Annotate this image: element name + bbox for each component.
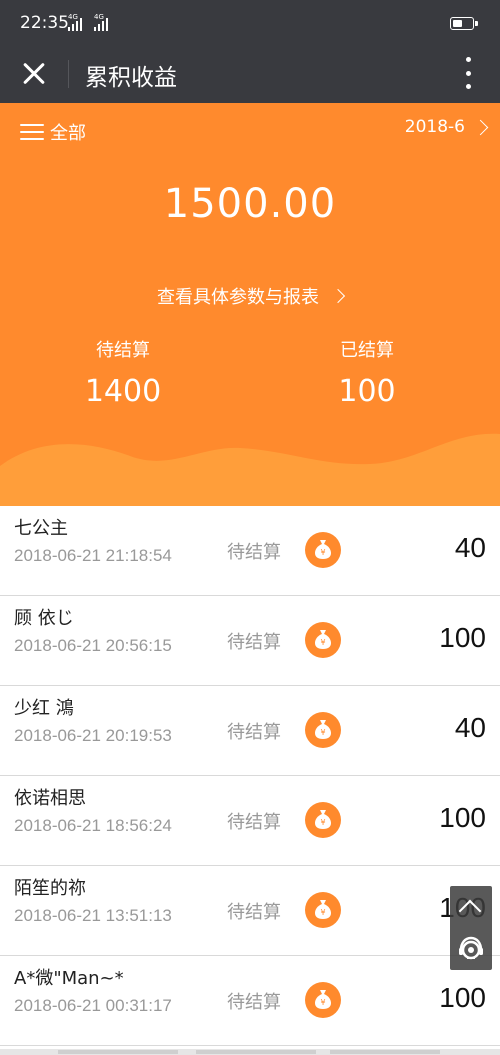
record-time: 2018-06-21 18:56:24	[14, 816, 172, 835]
close-icon[interactable]	[18, 57, 50, 89]
list-item[interactable]: A*微"Man~* 2018-06-21 00:31:17 待结算 ¥ 100	[0, 956, 500, 1046]
record-amount: 100	[439, 622, 486, 653]
record-name: 顾 依じ	[14, 608, 74, 629]
record-name: 依诺相思	[14, 788, 86, 809]
svg-text:¥: ¥	[320, 548, 325, 557]
pending-value: 1400	[84, 374, 162, 409]
list-item[interactable]: 顾 依じ 2018-06-21 20:56:15 待结算 ¥ 100	[0, 596, 500, 686]
pending-label: 待结算	[96, 340, 150, 361]
settled-value: 100	[338, 374, 396, 409]
record-time: 2018-06-21 20:19:53	[14, 726, 172, 745]
title-divider	[68, 60, 69, 88]
battery-level	[453, 20, 463, 27]
svg-text:¥: ¥	[320, 638, 325, 647]
record-status: 待结算	[227, 632, 281, 653]
menu-icon	[20, 124, 44, 140]
month-selector[interactable]: 2018-6	[404, 117, 489, 137]
customer-service-button[interactable]	[450, 928, 492, 970]
filter-menu-button[interactable]: 全部	[20, 121, 86, 144]
settled-stat: 已结算 100	[287, 336, 447, 409]
pending-stat: 待结算 1400	[43, 336, 203, 409]
title-bar: 累积收益	[0, 45, 500, 103]
wave-decoration	[0, 433, 500, 506]
money-bag-icon: ¥	[305, 712, 341, 748]
svg-text:¥: ¥	[320, 818, 325, 827]
more-vertical-icon[interactable]	[464, 57, 472, 89]
record-time: 2018-06-21 13:51:13	[14, 906, 172, 925]
list-item[interactable]: 七公主 2018-06-21 21:18:54 待结算 ¥ 40	[0, 506, 500, 596]
money-bag-icon: ¥	[305, 532, 341, 568]
list-item[interactable]: 少红 鴻 2018-06-21 20:19:53 待结算 ¥ 40	[0, 686, 500, 776]
record-status: 待结算	[227, 722, 281, 743]
status-time: 22:35	[20, 13, 69, 33]
chevron-up-icon	[458, 899, 482, 923]
record-amount: 40	[454, 712, 486, 743]
record-time: 2018-06-21 21:18:54	[14, 546, 172, 565]
money-bag-icon: ¥	[305, 802, 341, 838]
battery-icon	[450, 17, 478, 30]
record-name: A*微"Man~*	[14, 968, 124, 989]
signal-icon-2: 4G	[94, 13, 108, 31]
record-status: 待结算	[227, 812, 281, 833]
earnings-summary: 全部 2018-6 1500.00 查看具体参数与报表 待结算 1400 已结算…	[0, 103, 500, 506]
settled-label: 已结算	[340, 340, 394, 361]
report-link[interactable]: 查看具体参数与报表	[0, 283, 500, 309]
record-name: 陌笙的祢	[14, 878, 86, 899]
record-status: 待结算	[227, 992, 281, 1013]
list-item[interactable]: 陌笙的祢 2018-06-21 13:51:13 待结算 ¥ 100	[0, 866, 500, 956]
svg-text:¥: ¥	[320, 728, 325, 737]
status-bar: 22:35 4G 4G	[0, 0, 500, 45]
record-amount: 100	[439, 982, 486, 1013]
back-to-top-button[interactable]	[450, 886, 492, 928]
signal-icon: 4G	[68, 13, 82, 31]
money-bag-icon: ¥	[305, 892, 341, 928]
svg-text:¥: ¥	[320, 998, 325, 1007]
money-bag-icon: ¥	[305, 622, 341, 658]
record-status: 待结算	[227, 542, 281, 563]
record-name: 少红 鴻	[14, 698, 74, 719]
floating-panel	[450, 886, 492, 970]
list-item[interactable]: 依诺相思 2018-06-21 18:56:24 待结算 ¥ 100	[0, 776, 500, 866]
record-status: 待结算	[227, 902, 281, 923]
chevron-right-icon	[330, 288, 346, 304]
total-earnings: 1500.00	[163, 181, 337, 227]
page-title: 累积收益	[85, 65, 177, 91]
record-name: 七公主	[14, 518, 68, 539]
record-amount: 100	[439, 802, 486, 833]
earnings-list: 七公主 2018-06-21 21:18:54 待结算 ¥ 40 顾 依じ 20…	[0, 506, 500, 1046]
money-bag-icon: ¥	[305, 982, 341, 1018]
record-time: 2018-06-21 20:56:15	[14, 636, 172, 655]
record-time: 2018-06-21 00:31:17	[14, 996, 172, 1015]
customer-service-icon	[459, 936, 483, 960]
chevron-right-icon	[472, 119, 489, 135]
filter-label: 全部	[50, 123, 86, 144]
month-label: 2018-6	[404, 117, 465, 137]
bottom-scroll-indicator	[0, 1049, 500, 1055]
record-amount: 40	[454, 532, 486, 563]
report-link-label: 查看具体参数与报表	[157, 287, 319, 308]
svg-text:¥: ¥	[320, 908, 325, 917]
